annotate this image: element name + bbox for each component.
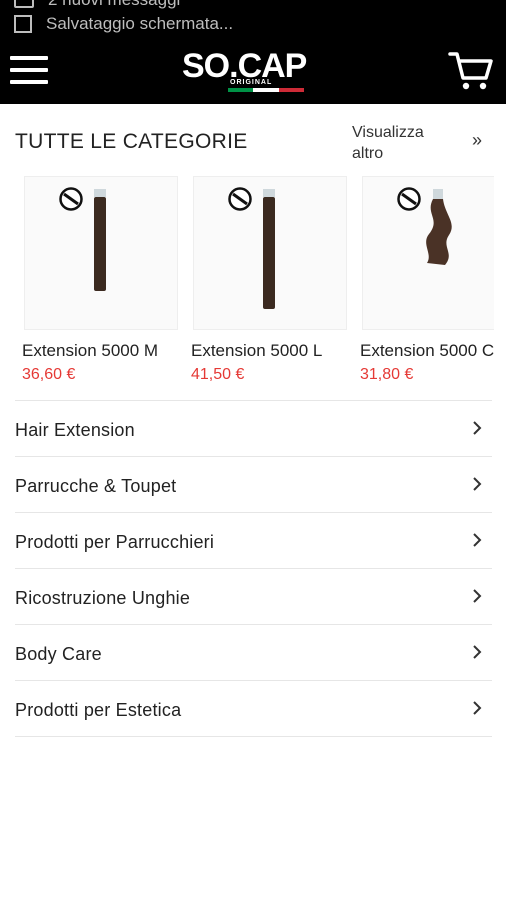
category-label: Prodotti per Estetica bbox=[15, 700, 182, 720]
chevron-right-icon bbox=[473, 701, 482, 715]
product-name: Extension 5000 C bbox=[360, 341, 494, 360]
category-list: Hair Extension Parrucche & Toupet Prodot… bbox=[15, 400, 492, 737]
product-image bbox=[24, 176, 178, 330]
category-item-body-care[interactable]: Body Care bbox=[15, 624, 492, 680]
italian-flag-stripe bbox=[228, 88, 304, 92]
no-symbol-icon bbox=[59, 187, 83, 211]
status-notifications: 2 nuovi messaggi Salvataggio schermata..… bbox=[0, 0, 506, 34]
message-icon bbox=[14, 0, 34, 8]
chevron-right-icon bbox=[473, 645, 482, 659]
category-label: Prodotti per Parrucchieri bbox=[15, 532, 215, 552]
product-price: 41,50 € bbox=[191, 366, 245, 383]
screenshot-icon bbox=[14, 15, 32, 33]
chevron-right-icon bbox=[473, 421, 482, 435]
category-label: Body Care bbox=[15, 644, 102, 664]
hair-strand-icon bbox=[263, 189, 275, 309]
see-more-link[interactable]: Visualizza altro bbox=[352, 122, 452, 164]
notification-messages-text: 2 nuovi messaggi bbox=[48, 0, 180, 10]
category-item-prodotti-estetica[interactable]: Prodotti per Estetica bbox=[15, 680, 492, 737]
notification-screenshot: Salvataggio schermata... bbox=[14, 14, 233, 34]
cart-button[interactable] bbox=[448, 50, 494, 92]
notification-messages: 2 nuovi messaggi bbox=[14, 0, 180, 10]
chevron-right-icon bbox=[473, 477, 482, 491]
product-card[interactable]: Extension 5000 L 41,50 € bbox=[191, 176, 349, 391]
no-symbol-icon bbox=[397, 187, 421, 211]
category-item-parrucche-toupet[interactable]: Parrucche & Toupet bbox=[15, 456, 492, 512]
product-image bbox=[362, 176, 494, 330]
category-label: Ricostruzione Unghie bbox=[15, 588, 191, 608]
wavy-hair-strand-icon bbox=[426, 189, 452, 265]
brand-logo[interactable]: SO.CAP ORIGINAL bbox=[180, 46, 310, 98]
hamburger-icon bbox=[10, 56, 48, 60]
hair-strand-icon bbox=[94, 189, 106, 291]
section-title: TUTTE LE CATEGORIE bbox=[15, 130, 248, 153]
category-label: Hair Extension bbox=[15, 420, 135, 440]
product-card[interactable]: Extension 5000 M 36,60 € bbox=[22, 176, 180, 391]
categories-section-header: TUTTE LE CATEGORIE Visualizza altro » bbox=[15, 104, 491, 176]
product-name: Extension 5000 M bbox=[22, 341, 159, 360]
hamburger-menu-button[interactable] bbox=[10, 54, 48, 86]
double-chevron-right-icon[interactable]: » bbox=[472, 130, 482, 151]
product-name: Extension 5000 L bbox=[191, 341, 323, 360]
category-item-ricostruzione-unghie[interactable]: Ricostruzione Unghie bbox=[15, 568, 492, 624]
app-header: 2 nuovi messaggi Salvataggio schermata..… bbox=[0, 0, 506, 104]
product-carousel[interactable]: Extension 5000 M 36,60 € Extension 5000 … bbox=[0, 176, 494, 396]
no-symbol-icon bbox=[228, 187, 252, 211]
chevron-right-icon bbox=[473, 533, 482, 547]
chevron-right-icon bbox=[473, 589, 482, 603]
product-price: 31,80 € bbox=[360, 366, 414, 383]
product-card[interactable]: Extension 5000 C 31,80 € bbox=[360, 176, 494, 391]
notification-screenshot-text: Salvataggio schermata... bbox=[46, 14, 234, 33]
logo-subtitle: ORIGINAL bbox=[228, 79, 275, 86]
category-item-hair-extension[interactable]: Hair Extension bbox=[15, 400, 492, 456]
category-item-prodotti-parrucchieri[interactable]: Prodotti per Parrucchieri bbox=[15, 512, 492, 568]
cart-icon bbox=[448, 52, 493, 90]
product-image bbox=[193, 176, 347, 330]
category-label: Parrucche & Toupet bbox=[15, 476, 177, 496]
product-price: 36,60 € bbox=[22, 366, 76, 383]
